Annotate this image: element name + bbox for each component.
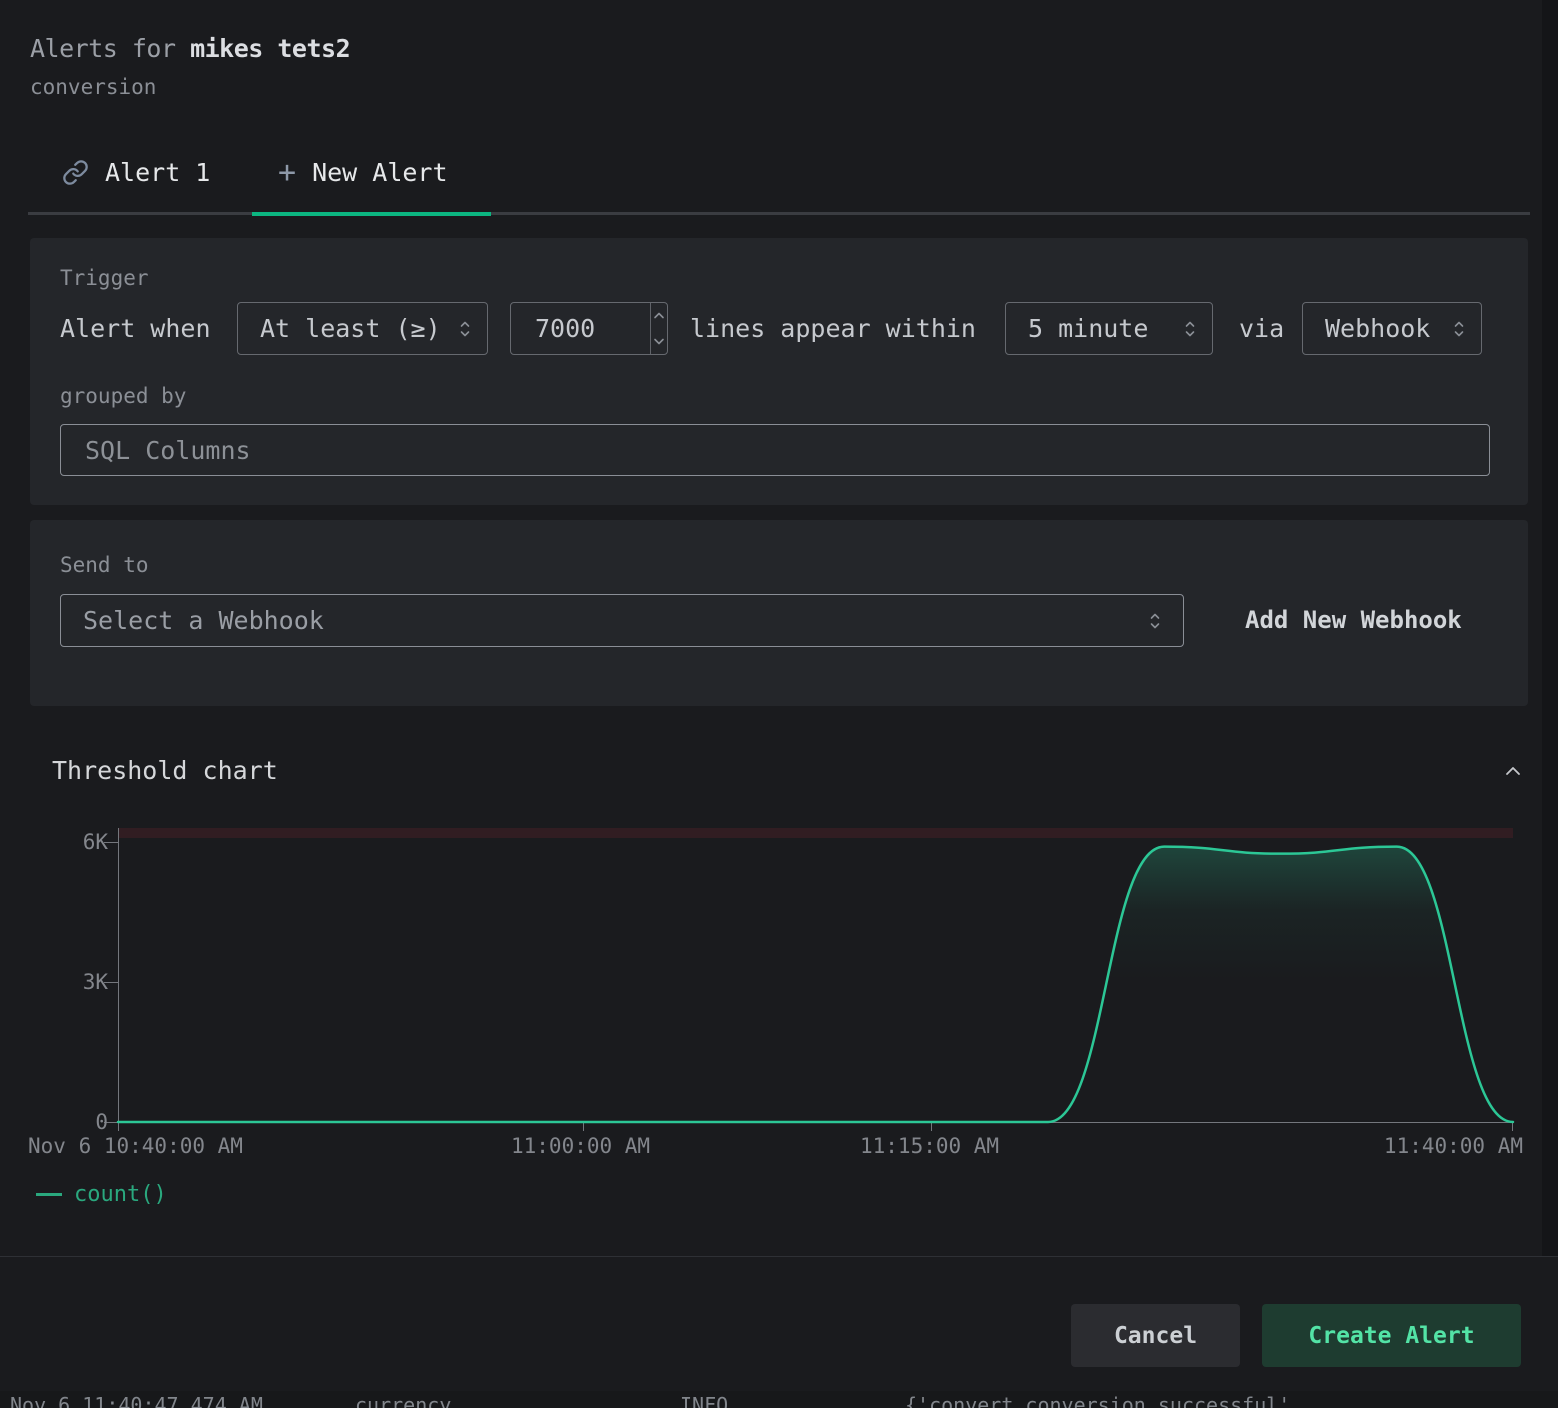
condition-select[interactable]: At least (≥) [237,302,488,355]
y-axis-label-6k: 6K [44,831,108,853]
send-to-card: Send to Select a Webhook Add New Webhook [30,520,1528,706]
channel-select-value: Webhook [1325,314,1430,343]
chart-collapse-button[interactable] [1496,756,1530,786]
footer-divider [0,1256,1558,1257]
x-axis-label-1140: 11:40:00 AM [1384,1134,1523,1158]
group-by-input-wrap [60,424,1490,476]
page-title: Alerts for mikes tets2 [30,34,350,63]
condition-select-value: At least (≥) [260,314,441,343]
log-row-service: currency [355,1393,451,1408]
window-select-value: 5 minute [1028,314,1148,343]
threshold-value-input-group [510,302,668,355]
trigger-section-label: Trigger [60,266,149,290]
y-axis-label-0: 0 [44,1111,108,1133]
x-axis-label-1100: 11:00:00 AM [511,1134,650,1158]
tab-alert-1[interactable]: Alert 1 [62,158,210,187]
chevron-up-icon [1502,761,1524,781]
alert-source-name: mikes tets2 [190,34,350,63]
threshold-value-input[interactable] [511,303,650,354]
tab-alert-1-label: Alert 1 [105,158,210,187]
x-axis-label-1040: Nov 6 10:40:00 AM [28,1134,243,1158]
page-title-prefix: Alerts for [30,34,190,63]
group-by-input[interactable] [61,436,1489,465]
lines-appear-text: lines appear within [690,314,976,343]
tab-new-alert-label: New Alert [312,158,447,187]
tab-new-alert[interactable]: + New Alert [278,158,448,187]
y-axis-label-3k: 3K [44,971,108,993]
chart-canvas [0,815,1558,1155]
spinner-up-icon[interactable] [651,303,667,329]
add-webhook-button[interactable]: Add New Webhook [1245,606,1462,634]
log-row-timestamp: Nov 6 11:40:47.474 AM [10,1393,263,1408]
log-row-level: INFO [680,1393,728,1408]
threshold-chart: 6K 3K 0 Nov 6 10:40:00 AM 11:00:00 AM 11… [0,815,1558,1225]
via-text: via [1239,314,1284,343]
plus-icon: + [278,160,296,186]
link-icon [62,159,89,186]
send-to-label: Send to [60,553,149,577]
alert-modal: { "header": { "title_prefix": "Alerts fo… [0,0,1558,1408]
chevron-updown-icon [1182,320,1198,338]
window-select[interactable]: 5 minute [1005,302,1213,355]
chevron-updown-icon [1147,612,1163,630]
background-log-row: Nov 6 11:40:47.474 AM currency INFO {'co… [0,1391,1558,1408]
cancel-button[interactable]: Cancel [1071,1304,1240,1367]
page-edge-gutter [1542,0,1558,1256]
x-axis-label-1115: 11:15:00 AM [860,1134,999,1158]
log-row-message: {'convert conversion successful' [905,1393,1290,1408]
tabs-active-indicator [252,212,491,216]
spinner-down-icon[interactable] [651,329,667,355]
series-area-fill [118,847,1513,1122]
number-spinner [650,303,667,354]
page-subtitle: conversion [30,75,156,99]
chevron-updown-icon [1451,320,1467,338]
alert-when-text: Alert when [60,314,211,343]
grouped-by-label: grouped by [60,384,186,408]
chevron-updown-icon [457,320,473,338]
trigger-card: Trigger Alert when At least (≥) lines ap… [30,238,1528,505]
webhook-select-placeholder: Select a Webhook [83,606,324,635]
threshold-band [118,828,1513,838]
threshold-chart-title: Threshold chart [52,756,278,785]
webhook-select[interactable]: Select a Webhook [60,594,1184,647]
create-alert-button[interactable]: Create Alert [1262,1304,1521,1367]
legend-item-count: count() [36,1182,167,1207]
channel-select[interactable]: Webhook [1302,302,1482,355]
legend-label: count() [74,1182,167,1207]
legend-line-swatch [36,1193,62,1196]
